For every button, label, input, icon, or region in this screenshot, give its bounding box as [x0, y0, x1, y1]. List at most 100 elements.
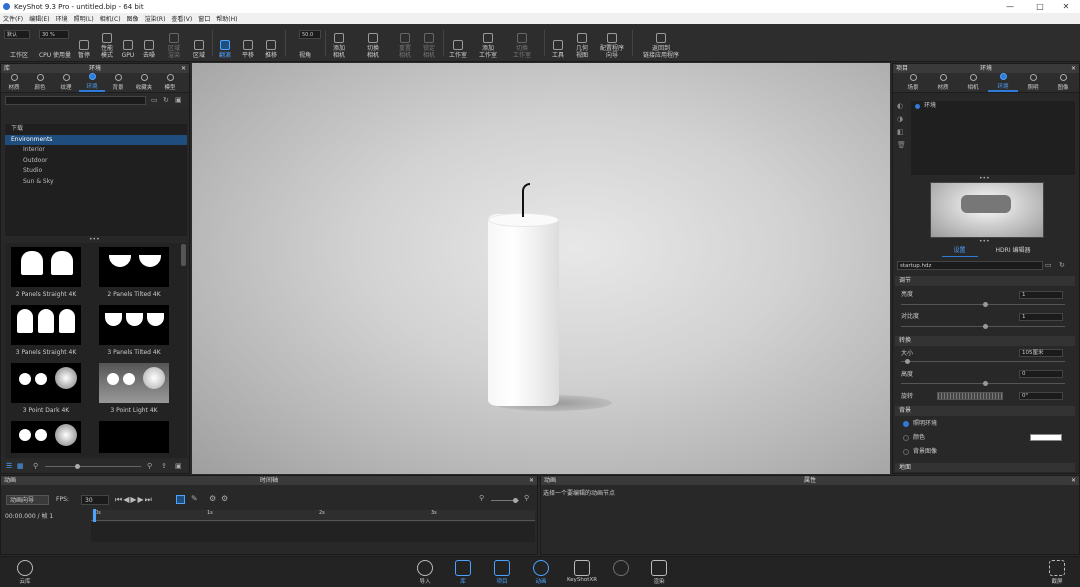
- thumb-3-point-dark[interactable]: 3 Point Dark 4K: [9, 363, 83, 421]
- reset-icon[interactable]: ↻: [1059, 261, 1065, 269]
- contrast-input[interactable]: 1: [1019, 313, 1063, 321]
- menu-camera[interactable]: 相机(C): [100, 14, 121, 23]
- menu-render[interactable]: 渲染(R): [145, 14, 166, 23]
- pause-button[interactable]: 暂停: [76, 27, 92, 59]
- section-ground[interactable]: 地面: [895, 463, 1075, 472]
- bg-image-option[interactable]: 背景图像: [903, 446, 1080, 457]
- pan-button[interactable]: 平移: [238, 27, 258, 59]
- slider-thumb[interactable]: [905, 359, 910, 364]
- size-input[interactable]: 105厘米: [1019, 349, 1063, 357]
- workspace-button[interactable]: 工作区: [6, 27, 32, 59]
- thumb-2-panels-tilted[interactable]: 2 Panels Tilted 4K: [97, 247, 171, 305]
- playback-controls[interactable]: ⏮◀▶▶⏭: [115, 495, 185, 505]
- splitter-handle[interactable]: •••: [979, 175, 990, 182]
- dolly-button[interactable]: 推移: [261, 27, 281, 59]
- thumbnails-scrollbar[interactable]: [181, 244, 186, 266]
- tab-camera[interactable]: 相机: [958, 73, 988, 92]
- close-panel-icon[interactable]: ✕: [181, 64, 186, 73]
- geometry-view-button[interactable]: 几何 视图: [572, 27, 592, 59]
- zoom-out-icon[interactable]: ⚲: [479, 494, 484, 502]
- region-button[interactable]: 区域: [189, 27, 209, 59]
- loop-icon[interactable]: [176, 495, 185, 504]
- tab-textures[interactable]: 纹理: [53, 73, 79, 92]
- maximize-button[interactable]: □: [1026, 0, 1054, 13]
- section-adjust[interactable]: 调节: [895, 276, 1075, 286]
- size-slider[interactable]: [901, 359, 1065, 364]
- minimize-button[interactable]: —: [996, 0, 1024, 13]
- gpu-button[interactable]: GPU: [121, 27, 135, 59]
- splitter-handle[interactable]: •••: [89, 236, 100, 243]
- menu-file[interactable]: 文件(F): [3, 14, 23, 23]
- close-panel-icon[interactable]: ✕: [529, 476, 534, 485]
- tree-item-sun-sky[interactable]: Sun & Sky: [5, 177, 187, 188]
- duplicate-env-icon[interactable]: ◑: [897, 113, 907, 126]
- thumb-2-panels-straight[interactable]: 2 Panels Straight 4K: [9, 247, 83, 305]
- switch-studio-button[interactable]: 切换 工作室: [510, 27, 534, 59]
- tab-materials[interactable]: 材质: [1, 73, 27, 92]
- menu-lighting[interactable]: 照明(L): [74, 14, 94, 23]
- menu-window[interactable]: 窗口: [198, 14, 210, 23]
- refresh-icon[interactable]: ↻: [163, 96, 169, 104]
- cloud-upload-icon[interactable]: ⇪: [161, 462, 167, 470]
- studio-button[interactable]: 工作室: [446, 27, 470, 59]
- zoom-in-icon[interactable]: ⚲: [147, 462, 152, 470]
- slider-thumb[interactable]: [983, 324, 988, 329]
- cpu-usage-button[interactable]: CPU 使用量: [36, 27, 74, 59]
- back-to-linked-app-button[interactable]: 返回到 链接应用程序: [638, 27, 684, 59]
- subtab-hdri-editor[interactable]: HDRI 编辑器: [996, 245, 1031, 257]
- folder-icon[interactable]: ▭: [151, 96, 158, 104]
- tree-item-studio[interactable]: Studio: [5, 166, 187, 177]
- brush-icon[interactable]: ✎: [191, 494, 198, 503]
- import-icon[interactable]: ▣: [175, 96, 182, 104]
- gear-icon[interactable]: ⚙: [209, 494, 216, 503]
- tree-item-interior[interactable]: Interior: [5, 145, 187, 156]
- configurator-wizard-button[interactable]: 配置程序 向导: [596, 27, 628, 59]
- menu-environment[interactable]: 环境: [56, 14, 68, 23]
- rotation-input[interactable]: 0°: [1019, 392, 1063, 400]
- brightness-slider[interactable]: [901, 302, 1065, 307]
- add-camera-button[interactable]: 添加 相机: [328, 27, 350, 59]
- slider-thumb[interactable]: [983, 381, 988, 386]
- tab-lighting[interactable]: 照明: [1018, 73, 1048, 92]
- slider-thumb[interactable]: [983, 302, 988, 307]
- tree-item-downloads[interactable]: 下载: [5, 124, 187, 135]
- library-import-icon[interactable]: ▣: [175, 462, 182, 470]
- menu-edit[interactable]: 编辑(E): [29, 14, 49, 23]
- close-panel-icon[interactable]: ✕: [1071, 476, 1076, 485]
- library-search-input[interactable]: [5, 96, 146, 105]
- tab-backplates[interactable]: 背景: [105, 73, 131, 92]
- splitter-handle[interactable]: •••: [979, 238, 990, 245]
- add-studio-button[interactable]: 添加 工作室: [476, 27, 500, 59]
- zoom-out-icon[interactable]: ⚲: [33, 462, 38, 470]
- section-background[interactable]: 背景: [895, 406, 1075, 416]
- keyshotxr-button[interactable]: KeyShotXR: [567, 560, 597, 586]
- menu-image[interactable]: 图像: [127, 14, 139, 23]
- thumbnail-size-slider[interactable]: [45, 464, 141, 469]
- tab-scene[interactable]: 场景: [898, 73, 928, 92]
- performance-mode-button[interactable]: 性能 模式: [96, 27, 118, 59]
- timeline-zoom-slider[interactable]: [491, 498, 519, 503]
- reset-camera-button[interactable]: 重置 相机: [394, 27, 416, 59]
- hdri-preview[interactable]: [930, 182, 1044, 238]
- switch-camera-button[interactable]: 切换 相机: [362, 27, 384, 59]
- import-button[interactable]: 导入: [412, 560, 438, 586]
- bg-light-option[interactable]: 照明环境: [903, 418, 1080, 429]
- copy-env-icon[interactable]: ◧: [897, 126, 907, 139]
- bg-color-swatch[interactable]: [1030, 434, 1062, 441]
- tab-models[interactable]: 模型: [157, 73, 183, 92]
- delete-env-icon[interactable]: 🗑: [897, 139, 907, 152]
- thumb-3-point-light[interactable]: 3 Point Light 4K: [97, 363, 171, 421]
- tree-item-outdoor[interactable]: Outdoor: [5, 156, 187, 167]
- animation-button[interactable]: 动画: [528, 560, 554, 586]
- zoom-in-icon[interactable]: ⚲: [524, 494, 529, 502]
- project-button[interactable]: 项目: [489, 560, 515, 586]
- tools-button[interactable]: 工具: [548, 27, 568, 59]
- tab-project-materials[interactable]: 材质: [928, 73, 958, 92]
- render-viewport[interactable]: [192, 63, 890, 474]
- timeline-track-area[interactable]: [91, 522, 535, 542]
- timeline-ruler[interactable]: 0s 1s 2s 3s: [91, 510, 535, 521]
- region-render-button[interactable]: 区域 渲染: [163, 27, 185, 59]
- tab-favorites[interactable]: 收藏夹: [131, 73, 157, 92]
- tab-environments[interactable]: 环境: [79, 73, 105, 92]
- height-input[interactable]: 0: [1019, 370, 1063, 378]
